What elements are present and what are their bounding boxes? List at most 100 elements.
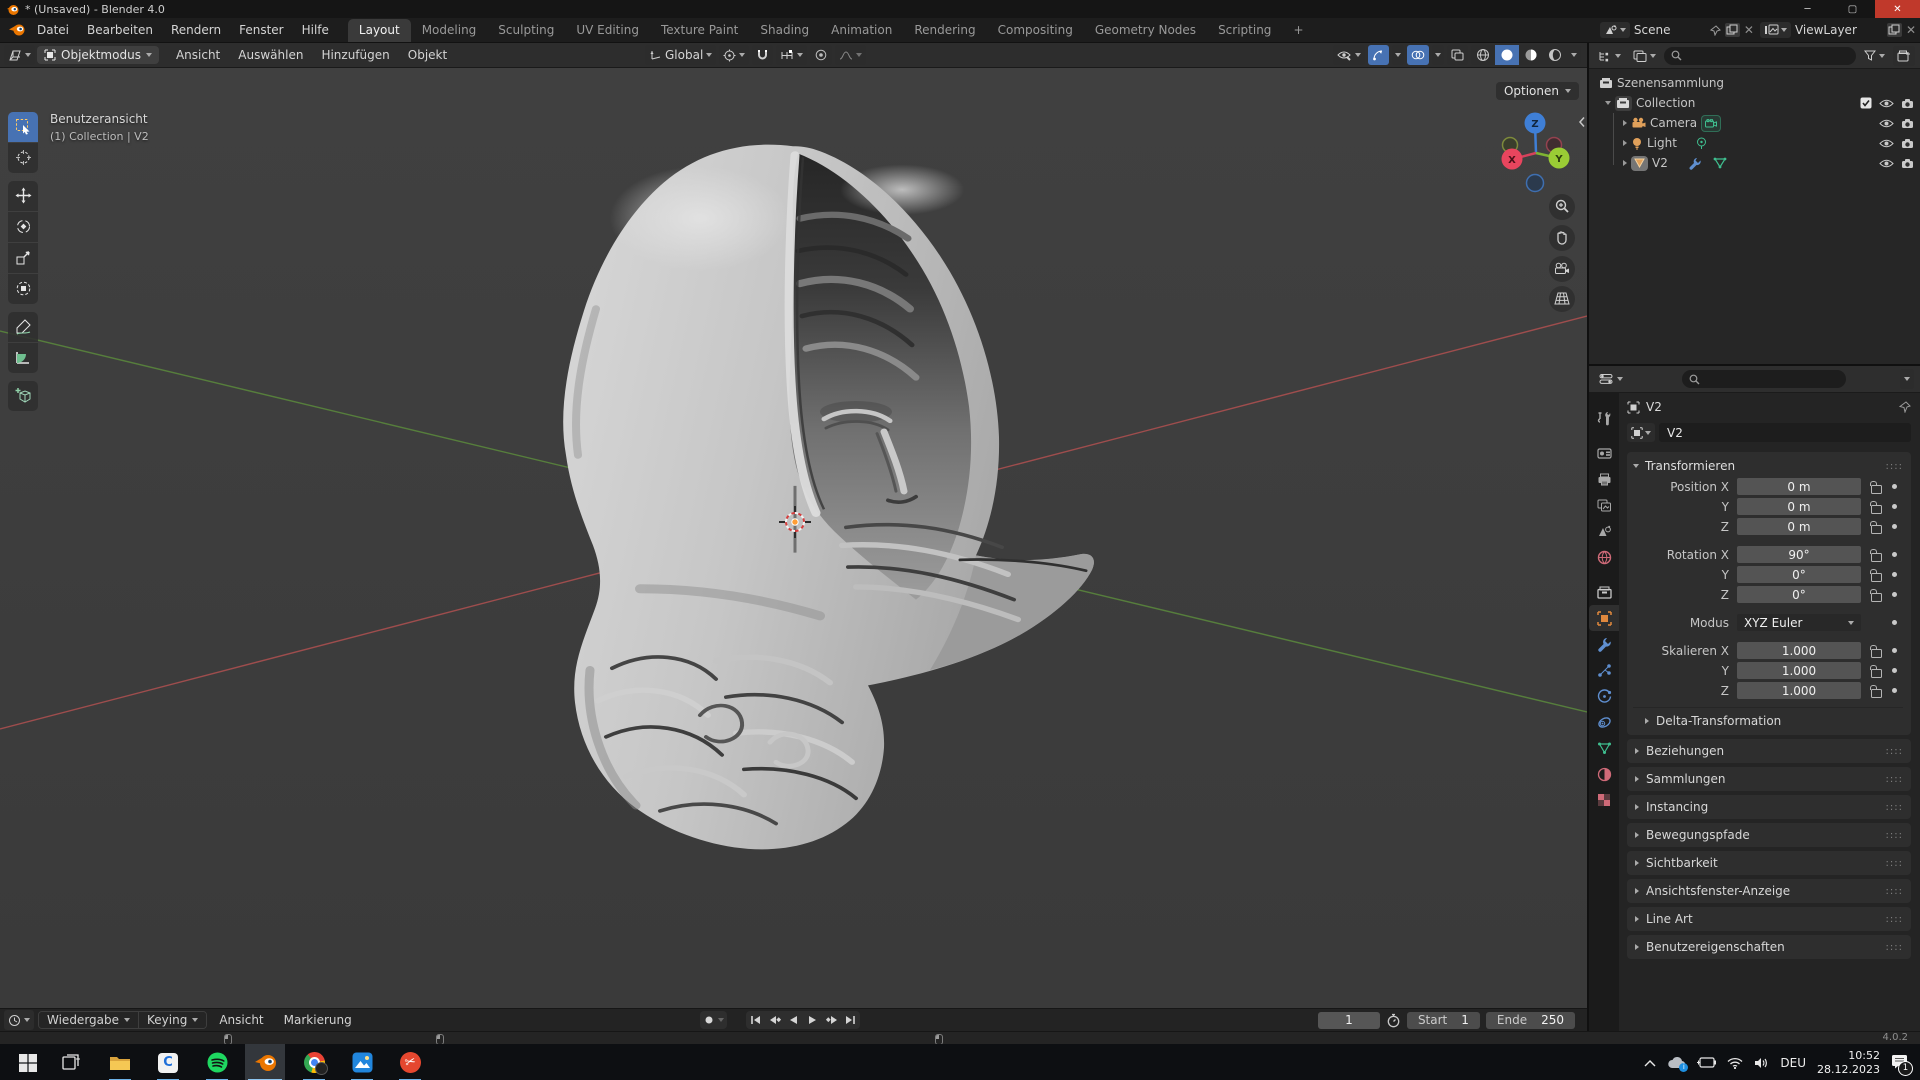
menu-hilfe[interactable]: Hilfe <box>293 18 338 42</box>
panel-grip-icon[interactable]: :::: <box>1886 886 1903 897</box>
camera-view-button[interactable] <box>1549 256 1575 282</box>
tab-animation[interactable]: Animation <box>820 19 903 42</box>
navigation-gizmo[interactable]: Z X Y <box>1490 98 1582 198</box>
panel-grip-icon[interactable]: :::: <box>1886 774 1903 785</box>
remove-viewlayer-icon[interactable]: ✕ <box>1906 23 1916 37</box>
tab-object-data[interactable] <box>1589 735 1619 761</box>
tab-compositing[interactable]: Compositing <box>987 19 1084 42</box>
render-visibility-icon[interactable] <box>1901 138 1914 149</box>
battery-icon[interactable] <box>1697 1057 1716 1068</box>
shading-rendered-button[interactable] <box>1543 45 1567 65</box>
taskbar-clock[interactable]: 10:52 28.12.2023 <box>1817 1049 1880 1077</box>
tab-scripting[interactable]: Scripting <box>1207 19 1282 42</box>
rotate-tool[interactable] <box>8 212 38 242</box>
transform-tool[interactable] <box>8 274 38 304</box>
annotate-tool[interactable] <box>8 312 38 342</box>
shading-material-button[interactable] <box>1519 45 1543 65</box>
tab-view-layer[interactable] <box>1589 492 1619 518</box>
add-workspace-button[interactable]: + <box>1282 19 1314 42</box>
properties-options-dropdown[interactable] <box>1900 369 1914 389</box>
tab-render[interactable] <box>1589 440 1619 466</box>
position-z-field[interactable]: 0 m <box>1737 518 1861 535</box>
scale-y-field[interactable]: 1.000 <box>1737 662 1861 679</box>
rotation-x-field[interactable]: 90° <box>1737 546 1861 563</box>
proportional-editing-button[interactable] <box>810 45 832 65</box>
animate-dot[interactable] <box>1892 572 1897 577</box>
tab-material[interactable] <box>1589 761 1619 787</box>
expand-arrow-icon[interactable] <box>1623 120 1627 126</box>
menu-auswaehlen[interactable]: Auswählen <box>229 43 312 67</box>
snap-settings-dropdown[interactable] <box>776 45 807 65</box>
scene-browse-button[interactable] <box>1600 22 1630 38</box>
start-button[interactable] <box>8 1044 48 1080</box>
position-x-field[interactable]: 0 m <box>1737 478 1861 495</box>
position-y-field[interactable]: 0 m <box>1737 498 1861 515</box>
rotation-z-field[interactable]: 0° <box>1737 586 1861 603</box>
outliner-row-light[interactable]: Light <box>1589 133 1920 153</box>
expand-arrow-icon[interactable] <box>1605 101 1611 105</box>
move-tool[interactable] <box>8 181 38 211</box>
zoom-view-button[interactable] <box>1549 194 1575 220</box>
render-visibility-icon[interactable] <box>1901 118 1914 129</box>
stopwatch-icon[interactable] <box>1386 1013 1401 1028</box>
spotify-button[interactable] <box>197 1044 237 1080</box>
transform-panel-header[interactable]: Transformieren :::: <box>1633 456 1903 476</box>
menu-rendern[interactable]: Rendern <box>162 18 230 42</box>
animate-dot[interactable] <box>1892 592 1897 597</box>
cursor-tool[interactable] <box>8 143 38 173</box>
tab-layout[interactable]: Layout <box>348 19 411 42</box>
add-cube-tool[interactable] <box>8 381 38 411</box>
tab-scene[interactable] <box>1589 518 1619 544</box>
panel-instancing[interactable]: Instancing:::: <box>1627 795 1911 819</box>
modifier-wrench-icon[interactable] <box>1688 157 1701 170</box>
menu-fenster[interactable]: Fenster <box>230 18 293 42</box>
snap-toggle-button[interactable] <box>752 45 773 65</box>
measure-tool[interactable] <box>8 343 38 373</box>
panel-grip-icon[interactable]: :::: <box>1886 914 1903 925</box>
tab-world[interactable] <box>1589 544 1619 570</box>
outliner-display-mode-button[interactable] <box>1594 46 1625 66</box>
orthographic-toggle-button[interactable] <box>1549 286 1575 312</box>
unlink-scene-icon[interactable]: ✕ <box>1744 23 1754 37</box>
show-object-types-dropdown[interactable] <box>1333 45 1365 65</box>
tab-object[interactable] <box>1589 605 1619 631</box>
blender-logo-icon[interactable] <box>8 23 26 37</box>
animate-dot[interactable] <box>1892 484 1897 489</box>
panel-ansichtsfenster-anzeige[interactable]: Ansichtsfenster-Anzeige:::: <box>1627 879 1911 903</box>
panel-grip-icon[interactable]: :::: <box>1886 858 1903 869</box>
tab-tool[interactable] <box>1589 405 1619 431</box>
hide-eye-icon[interactable] <box>1879 158 1894 169</box>
viewlayer-name[interactable]: ViewLayer <box>1795 23 1883 37</box>
panel-line-art[interactable]: Line Art:::: <box>1627 907 1911 931</box>
lock-icon[interactable] <box>1868 548 1884 562</box>
close-button[interactable]: ✕ <box>1875 0 1920 18</box>
viewlayer-browse-button[interactable] <box>1760 22 1791 38</box>
panel-sammlungen[interactable]: Sammlungen:::: <box>1627 767 1911 791</box>
object-name-field[interactable]: V2 <box>1659 423 1911 442</box>
menu-objekt[interactable]: Objekt <box>399 43 456 67</box>
viewport-canvas[interactable]: Benutzeransicht (1) Collection | V2 Opti… <box>0 68 1587 1008</box>
panel-benutzereigenschaften[interactable]: Benutzereigenschaften:::: <box>1627 935 1911 959</box>
jump-to-end-button[interactable] <box>841 1011 860 1029</box>
jump-to-start-button[interactable] <box>746 1011 765 1029</box>
wifi-icon[interactable] <box>1727 1057 1743 1069</box>
playback-dropdown[interactable]: Wiedergabe <box>39 1012 138 1028</box>
tab-uv-editing[interactable]: UV Editing <box>565 19 650 42</box>
maximize-button[interactable]: ▢ <box>1830 0 1875 18</box>
lock-icon[interactable] <box>1868 480 1884 494</box>
rotation-y-field[interactable]: 0° <box>1737 566 1861 583</box>
tab-texture[interactable] <box>1589 787 1619 813</box>
outliner-search-input[interactable] <box>1664 47 1856 65</box>
timeline-menu-markierung[interactable]: Markierung <box>276 1013 360 1027</box>
pan-view-button[interactable] <box>1549 225 1575 251</box>
panel-grip-icon[interactable]: :::: <box>1886 746 1903 757</box>
tab-modeling[interactable]: Modeling <box>411 19 488 42</box>
mesh-data-icon[interactable] <box>1713 157 1727 169</box>
outliner-row-scene-collection[interactable]: Szenensammlung <box>1589 73 1920 93</box>
gizmo-settings-dropdown[interactable] <box>1392 45 1404 65</box>
current-frame-field[interactable]: 1 <box>1318 1012 1380 1029</box>
editor-type-button[interactable] <box>4 45 35 65</box>
hide-eye-icon[interactable] <box>1879 138 1894 149</box>
hide-eye-icon[interactable] <box>1879 118 1894 129</box>
speaker-icon[interactable] <box>1754 1057 1769 1069</box>
